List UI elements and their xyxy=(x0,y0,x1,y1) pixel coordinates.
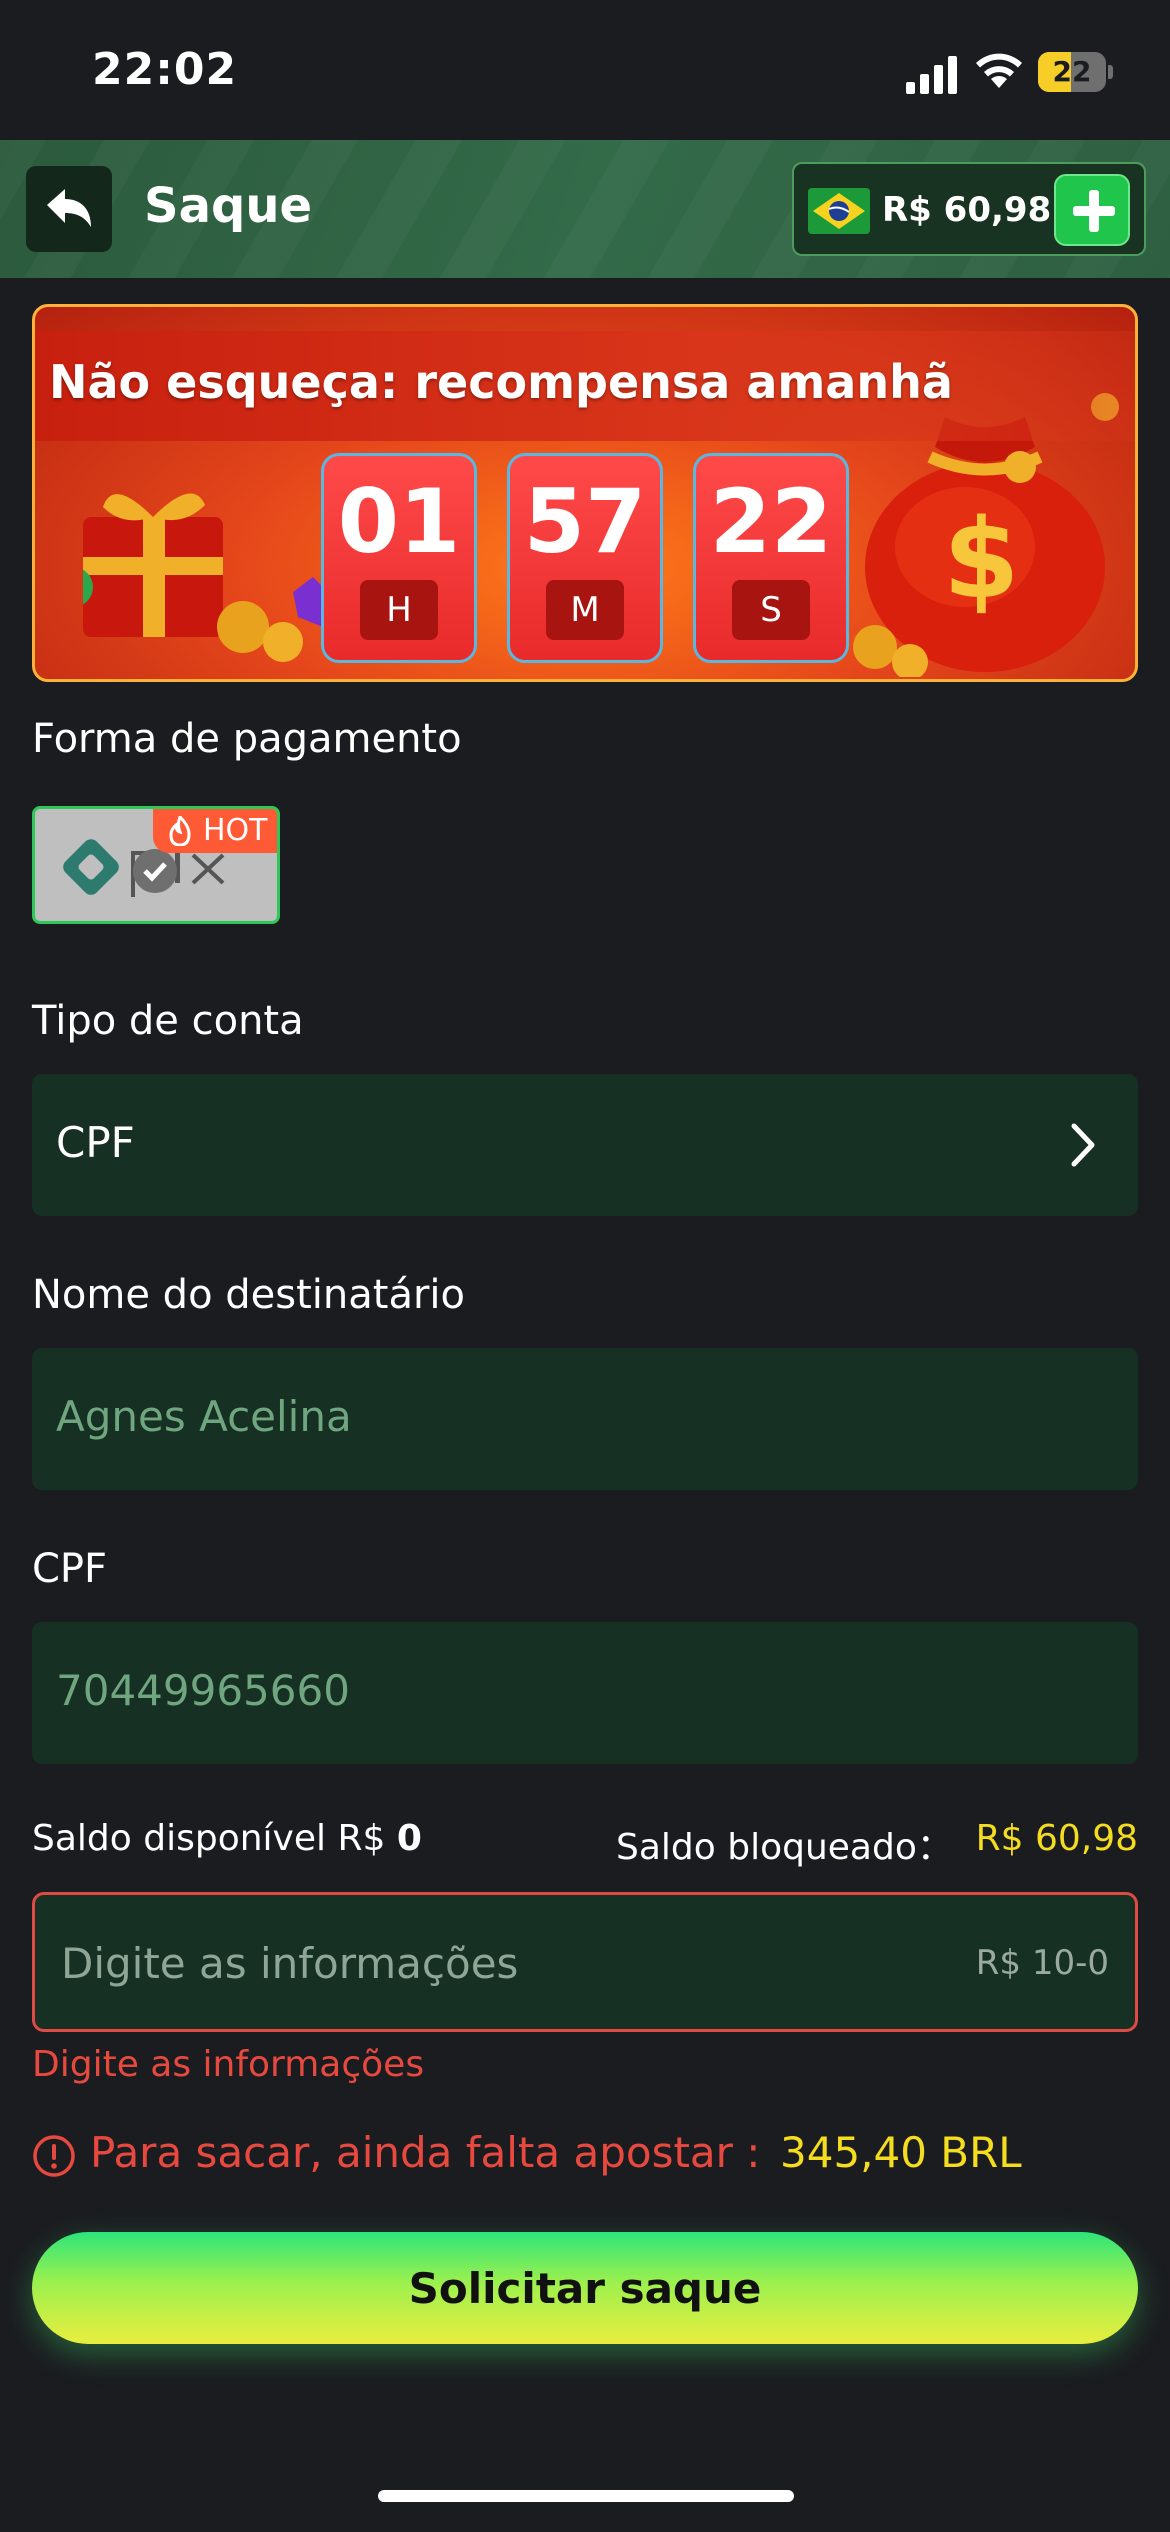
available-balance: Saldo disponível R$ 0 xyxy=(32,1818,422,1859)
page-header: Saque R$ 60,98 xyxy=(0,140,1170,278)
flame-icon xyxy=(169,816,191,846)
wifi-icon xyxy=(976,53,1022,88)
selected-check-icon xyxy=(133,849,177,893)
home-indicator xyxy=(378,2490,794,2502)
promo-banner[interactable]: $ Não esqueça: recompensa amanhã 01 H 57… xyxy=(32,304,1138,682)
back-arrow-icon xyxy=(47,189,91,227)
account-type-select[interactable]: CPF xyxy=(32,1074,1138,1216)
status-time: 22:02 xyxy=(92,44,238,95)
countdown-hours-value: 01 xyxy=(337,470,461,573)
alert-circle-icon xyxy=(33,2135,75,2177)
countdown-seconds-unit: S xyxy=(732,580,810,640)
recipient-name-label: Nome do destinatário xyxy=(32,1272,465,1318)
brazil-flag-icon xyxy=(808,188,870,234)
hot-badge-label: HOT xyxy=(203,813,268,848)
wager-warning-amount: 345,40 BRL xyxy=(780,2128,1022,2177)
status-bar: 22:02 22 xyxy=(0,0,1170,140)
account-type-value: CPF xyxy=(56,1118,135,1167)
countdown-minutes-unit: M xyxy=(546,580,624,640)
countdown-seconds: 22 S xyxy=(693,453,849,663)
chevron-right-icon xyxy=(1071,1123,1095,1167)
page-title: Saque xyxy=(144,178,313,234)
amount-range: R$ 10-0 xyxy=(975,1943,1109,1983)
back-button[interactable] xyxy=(26,166,112,252)
deposit-button[interactable] xyxy=(1054,174,1130,246)
recipient-name-field[interactable]: Agnes Acelina xyxy=(32,1348,1138,1490)
blocked-balance-value: R$ 60,98 xyxy=(975,1818,1138,1859)
payment-option-pix[interactable]: HOT xyxy=(32,806,280,924)
countdown-minutes: 57 M xyxy=(507,453,663,663)
amount-input[interactable] xyxy=(61,1931,861,1995)
cpf-field[interactable]: 70449965660 xyxy=(32,1622,1138,1764)
amount-error-text: Digite as informações xyxy=(32,2044,425,2085)
gift-box-icon xyxy=(83,493,333,662)
countdown-hours: 01 H xyxy=(321,453,477,663)
blocked-balance-label: Saldo bloqueado： xyxy=(616,1827,953,1868)
wager-warning-text: Para sacar, ainda falta apostar : xyxy=(90,2128,761,2177)
countdown-hours-unit: H xyxy=(360,580,438,640)
cpf-label: CPF xyxy=(32,1546,108,1592)
hot-badge: HOT xyxy=(153,809,277,853)
payment-method-label: Forma de pagamento xyxy=(32,716,462,762)
battery-icon: 22 xyxy=(1038,52,1113,92)
battery-level: 22 xyxy=(1052,55,1092,88)
header-balance-box: R$ 60,98 xyxy=(792,162,1146,256)
countdown-minutes-value: 57 xyxy=(523,470,647,573)
svg-text:$: $ xyxy=(943,495,1020,623)
cpf-placeholder: 70449965660 xyxy=(56,1666,350,1715)
submit-withdraw-button[interactable]: Solicitar saque xyxy=(32,2232,1138,2344)
promo-title: Não esqueça: recompensa amanhã xyxy=(49,355,953,409)
amount-input-box: R$ 10-0 xyxy=(32,1892,1138,2032)
available-balance-label: Saldo disponível R$ xyxy=(32,1818,386,1859)
recipient-name-placeholder: Agnes Acelina xyxy=(56,1392,352,1441)
wager-warning: Para sacar, ainda falta apostar : 345,40… xyxy=(32,2128,1138,2184)
header-balance: R$ 60,98 xyxy=(882,190,1052,230)
balance-row: Saldo disponível R$ 0 Saldo bloqueado： R… xyxy=(32,1818,1138,1868)
cellular-signal-icon xyxy=(906,56,957,94)
available-balance-value: 0 xyxy=(396,1818,422,1859)
account-type-label: Tipo de conta xyxy=(32,998,304,1044)
countdown-seconds-value: 22 xyxy=(709,470,833,573)
